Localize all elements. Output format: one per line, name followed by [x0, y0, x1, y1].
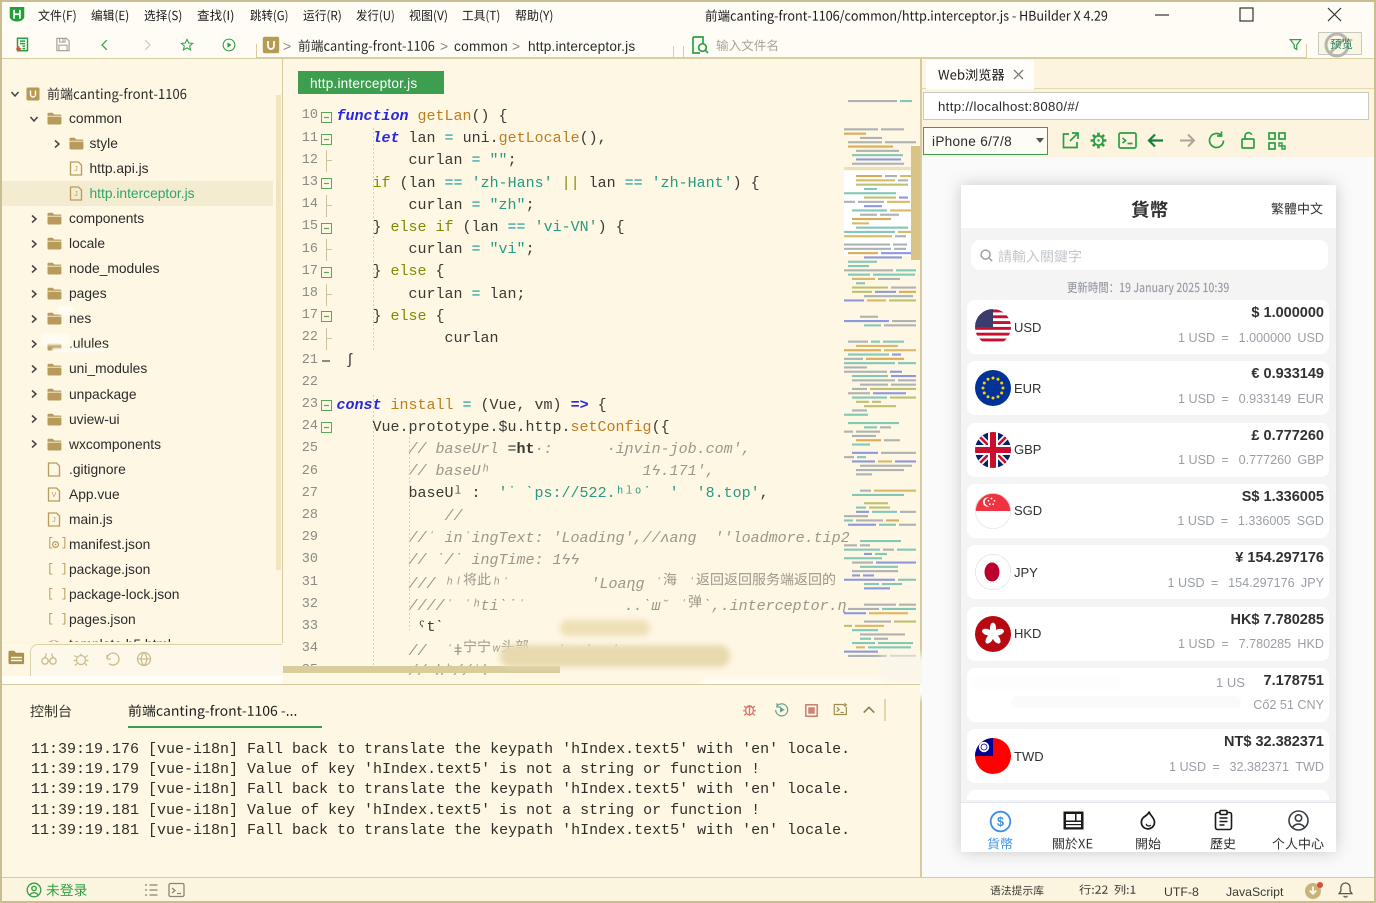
svg-text:V: V: [52, 492, 57, 499]
svg-text:J: J: [74, 166, 78, 173]
svg-text:J: J: [74, 191, 78, 198]
svg-text:$: $: [997, 815, 1004, 829]
svg-text:J: J: [52, 517, 56, 524]
